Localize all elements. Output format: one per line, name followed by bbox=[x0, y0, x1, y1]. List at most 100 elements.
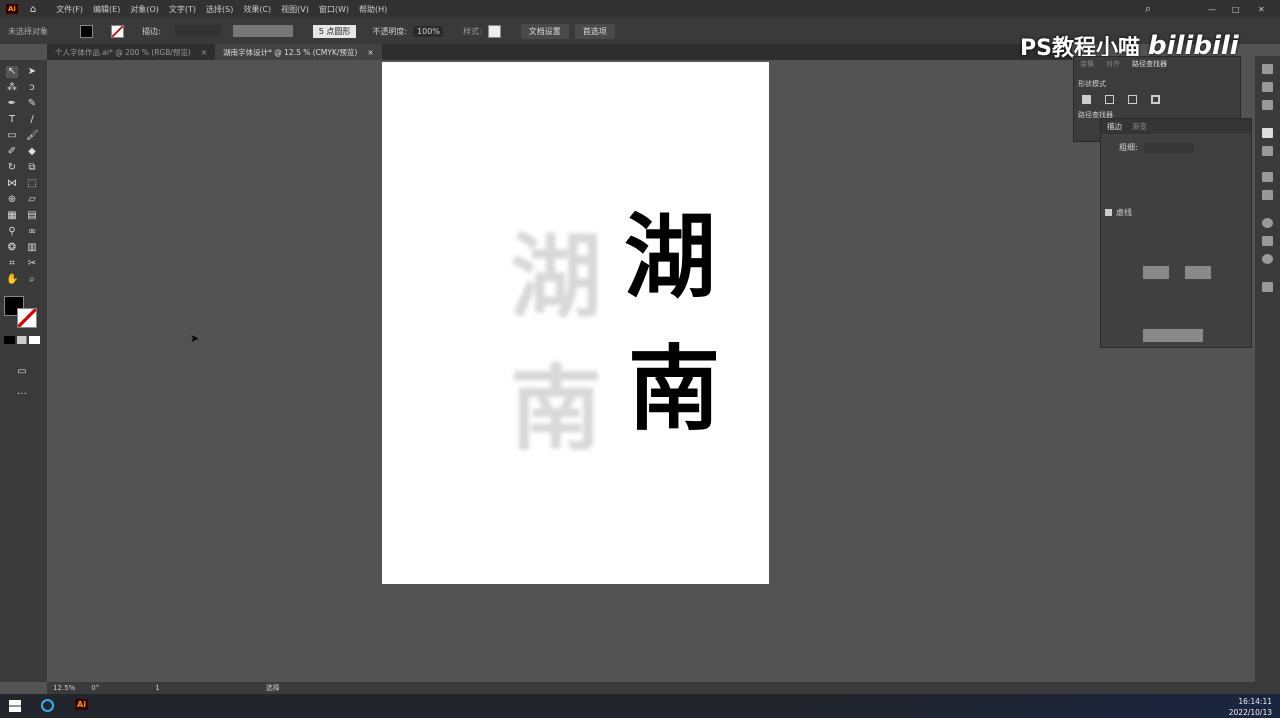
profile-select[interactable] bbox=[1143, 329, 1203, 342]
menu-edit[interactable]: 编辑(E) bbox=[93, 4, 120, 15]
preferences-button[interactable]: 首选项 bbox=[574, 23, 615, 39]
symbol-sprayer-tool[interactable]: ❂ bbox=[6, 242, 18, 254]
char-hu[interactable]: 湖 bbox=[624, 212, 716, 304]
tab-align[interactable]: 对齐 bbox=[1106, 59, 1120, 69]
stroke-panel: 描边 渐变 粗细: 虚线 bbox=[1100, 118, 1252, 348]
tab-transform[interactable]: 变换 bbox=[1080, 59, 1094, 69]
column-graph-tool[interactable]: ▥ bbox=[26, 242, 38, 254]
dash-input[interactable] bbox=[1143, 266, 1169, 279]
illustrator-taskbar-icon[interactable]: Ai bbox=[75, 699, 88, 710]
shape-builder-tool[interactable]: ⊕ bbox=[6, 194, 18, 206]
menu-file[interactable]: 文件(F) bbox=[56, 4, 83, 15]
browser-icon[interactable] bbox=[41, 699, 54, 712]
close-icon[interactable]: × bbox=[201, 48, 207, 57]
menu-object[interactable]: 对象(O) bbox=[130, 4, 159, 15]
tab-personal-fonts[interactable]: 个人字体作品.ai* @ 200 % (RGB/预览) × bbox=[47, 44, 215, 60]
line-tool[interactable]: / bbox=[26, 114, 38, 126]
intersect-icon[interactable] bbox=[1128, 95, 1137, 104]
tab-stroke[interactable]: 描边 bbox=[1107, 121, 1122, 132]
lasso-tool[interactable]: ↄ bbox=[26, 82, 38, 94]
menu-type[interactable]: 文字(T) bbox=[169, 4, 196, 15]
menu-select[interactable]: 选择(S) bbox=[206, 4, 233, 15]
zoom-level[interactable]: 12.5% bbox=[53, 684, 75, 692]
image-icon[interactable] bbox=[1262, 172, 1273, 182]
tab-hunan-design[interactable]: 湖南字体设计* @ 12.5 % (CMYK/预览) × bbox=[215, 44, 382, 60]
perspective-tool[interactable]: ▱ bbox=[26, 194, 38, 206]
stroke-label: 描边: bbox=[142, 26, 161, 36]
rectangle-tool[interactable]: ▭ bbox=[6, 130, 18, 142]
export-icon[interactable] bbox=[1262, 190, 1273, 200]
zoom-tool[interactable]: ⌕ bbox=[26, 274, 38, 286]
artboard-tool[interactable]: ⌗ bbox=[6, 258, 18, 270]
appearance-icon[interactable] bbox=[1262, 254, 1273, 264]
menu-bar: Ai ⌂ 文件(F) 编辑(E) 对象(O) 文字(T) 选择(S) 效果(C)… bbox=[0, 0, 1280, 18]
document-setup-button[interactable]: 文档设置 bbox=[520, 23, 569, 39]
home-icon[interactable]: ⌂ bbox=[30, 4, 36, 15]
hand-tool[interactable]: ✋ bbox=[6, 274, 18, 286]
search-icon[interactable]: ⌕ bbox=[1145, 2, 1151, 16]
curvature-tool[interactable]: ✎ bbox=[26, 98, 38, 110]
menu-effect[interactable]: 效果(C) bbox=[243, 4, 271, 15]
document-tabs: 个人字体作品.ai* @ 200 % (RGB/预览) × 湖南字体设计* @ 1… bbox=[47, 44, 1072, 60]
selection-tool[interactable]: ↖ bbox=[6, 66, 18, 78]
gap-input[interactable] bbox=[1185, 266, 1211, 279]
windows-start-icon[interactable] bbox=[9, 700, 21, 712]
menu-window[interactable]: 窗口(W) bbox=[319, 4, 349, 15]
magic-wand-tool[interactable]: ⁂ bbox=[6, 82, 18, 94]
char-nan[interactable]: 南 bbox=[628, 344, 720, 436]
libraries-icon[interactable] bbox=[1262, 82, 1273, 92]
menu-view[interactable]: 视图(V) bbox=[281, 4, 309, 15]
color-icon[interactable] bbox=[1262, 218, 1273, 228]
clock-date: 2022/10/13 bbox=[1228, 708, 1272, 717]
type-tool[interactable]: T bbox=[6, 114, 18, 126]
scale-tool[interactable]: ⧉ bbox=[26, 162, 38, 174]
weight-input[interactable] bbox=[1143, 142, 1194, 153]
dashed-label: 虚线 bbox=[1116, 208, 1132, 217]
stroke-swatch[interactable] bbox=[111, 24, 124, 38]
blend-tool[interactable]: ∞ bbox=[26, 226, 38, 238]
stroke-weight-input[interactable] bbox=[174, 25, 221, 37]
rotation-value[interactable]: 0° bbox=[91, 684, 99, 692]
free-transform-tool[interactable]: ⬚ bbox=[26, 178, 38, 190]
minimize-button[interactable]: — bbox=[1208, 5, 1216, 14]
fill-swatch[interactable] bbox=[80, 24, 93, 38]
direct-selection-tool[interactable]: ➤ bbox=[26, 66, 38, 78]
eraser-tool[interactable]: ◆ bbox=[26, 146, 38, 158]
gradient-icon[interactable] bbox=[1262, 146, 1273, 156]
eyedropper-tool[interactable]: ⚲ bbox=[6, 226, 18, 238]
width-tool[interactable]: ⋈ bbox=[6, 178, 18, 190]
gradient-tool[interactable]: ▤ bbox=[26, 210, 38, 222]
color-mode-buttons[interactable] bbox=[4, 336, 40, 344]
mesh-tool[interactable]: ▦ bbox=[6, 210, 18, 222]
unite-icon[interactable] bbox=[1082, 95, 1091, 104]
slice-tool[interactable]: ✂ bbox=[26, 258, 38, 270]
properties-icon[interactable] bbox=[1262, 64, 1273, 74]
cc-icon[interactable] bbox=[1262, 282, 1273, 292]
paintbrush-tool[interactable]: 🖌 bbox=[26, 130, 39, 142]
tab-pathfinder[interactable]: 路径查找器 bbox=[1132, 59, 1167, 69]
status-bar: 12.5% 0° 1 选择 bbox=[47, 682, 1280, 694]
exclude-icon[interactable] bbox=[1151, 95, 1160, 104]
artboard-number[interactable]: 1 bbox=[155, 684, 159, 692]
artboard[interactable]: 湖 南 湖 南 bbox=[382, 62, 769, 584]
layers-icon[interactable] bbox=[1262, 100, 1273, 110]
minus-front-icon[interactable] bbox=[1105, 95, 1114, 104]
more-tools-button[interactable]: … bbox=[16, 386, 28, 398]
variable-width-select[interactable] bbox=[232, 25, 293, 37]
tab-gradient[interactable]: 渐变 bbox=[1132, 121, 1147, 132]
rotate-tool[interactable]: ↻ bbox=[6, 162, 18, 174]
close-icon[interactable]: × bbox=[367, 48, 373, 57]
stroke-icon[interactable] bbox=[1262, 128, 1273, 138]
pen-tool[interactable]: ✒ bbox=[6, 98, 18, 110]
screen-mode-button[interactable]: ▭ bbox=[16, 366, 28, 378]
stroke-color-box[interactable] bbox=[17, 308, 37, 328]
menu-help[interactable]: 帮助(H) bbox=[359, 4, 387, 15]
maximize-button[interactable]: □ bbox=[1232, 5, 1240, 14]
dashed-checkbox[interactable] bbox=[1105, 209, 1112, 216]
close-button[interactable]: ✕ bbox=[1258, 5, 1265, 14]
style-swatch[interactable] bbox=[487, 24, 501, 38]
brush-select[interactable]: 5 点圆形 bbox=[312, 24, 357, 38]
shaper-tool[interactable]: ✐ bbox=[6, 146, 18, 158]
opacity-input[interactable]: 100% bbox=[413, 25, 444, 37]
swatches-icon[interactable] bbox=[1262, 236, 1273, 246]
